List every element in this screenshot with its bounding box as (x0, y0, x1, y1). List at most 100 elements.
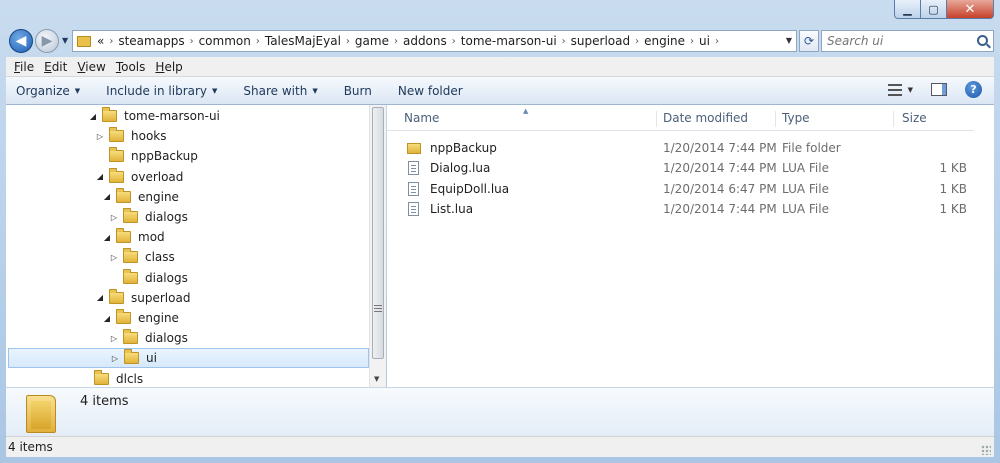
refresh-icon[interactable]: ⟳ (799, 30, 819, 52)
breadcrumb-chevron-icon[interactable]: › (394, 36, 398, 47)
resize-grip-icon[interactable] (981, 445, 991, 455)
column-name-label: Name (404, 111, 440, 125)
address-overflow[interactable]: « (97, 34, 104, 48)
navigation-pane-scrollbar[interactable]: ▼ (369, 105, 386, 387)
scroll-down-arrow-icon[interactable]: ▼ (374, 375, 379, 383)
menu-tools[interactable]: Tools (116, 60, 146, 74)
breadcrumb-chevron-icon[interactable]: › (690, 36, 694, 47)
column-date-modified[interactable]: Date modified (657, 111, 776, 127)
tree-item[interactable]: ▷ dialogs (109, 207, 188, 227)
tree-item-label: overload (131, 169, 184, 184)
minimize-button[interactable]: ▁ (894, 0, 921, 19)
tree-item[interactable]: ◢ superload (95, 288, 190, 308)
breadcrumb-chevron-icon[interactable]: › (256, 36, 260, 47)
close-button[interactable]: ✕ (947, 0, 994, 19)
search-input[interactable] (827, 34, 967, 48)
breadcrumb-chevron-icon[interactable]: › (190, 36, 194, 47)
tree-item-label: superload (131, 290, 191, 305)
view-options-dropdown-icon[interactable]: ▼ (908, 86, 913, 94)
breadcrumb-item[interactable]: engine (644, 34, 685, 48)
breadcrumb-item[interactable]: TalesMajEyal (265, 34, 341, 48)
breadcrumb-chevron-icon[interactable]: › (109, 36, 113, 47)
tree-item[interactable]: nppBackup (95, 146, 198, 166)
tree-item[interactable]: ◢ tome-marson-ui (88, 106, 220, 126)
folder-icon (94, 369, 109, 385)
tree-item[interactable]: ◢ mod (102, 227, 165, 247)
breadcrumb-item[interactable]: common (199, 34, 251, 48)
expand-arrow-icon[interactable]: ▷ (109, 334, 119, 343)
tree-item-selected[interactable]: ▷ ui (8, 348, 369, 369)
menu-view[interactable]: View (77, 60, 105, 74)
file-row[interactable]: nppBackup 1/20/2014 7:44 PM File folder (387, 138, 974, 158)
preview-pane-icon[interactable] (931, 83, 947, 96)
back-arrow-icon[interactable]: ◀ (9, 29, 33, 53)
search-icon[interactable] (977, 35, 988, 46)
include-in-library-button[interactable]: Include in library ▼ (106, 84, 217, 98)
change-view-icon[interactable] (887, 83, 902, 96)
tree-item-label: mod (138, 230, 165, 245)
column-name[interactable]: Name ▲ (387, 107, 657, 127)
collapse-arrow-icon[interactable]: ◢ (95, 172, 105, 181)
breadcrumb-chevron-icon[interactable]: › (562, 36, 566, 47)
file-row[interactable]: EquipDoll.lua 1/20/2014 6:47 PM LUA File 1 … (387, 179, 974, 199)
menu-edit[interactable]: Edit (44, 60, 67, 74)
expand-arrow-icon[interactable]: ▷ (109, 253, 119, 262)
folder-icon (109, 167, 124, 183)
help-icon[interactable]: ? (965, 81, 982, 98)
navigation-pane[interactable]: ◢ tome-marson-ui ▷ hooks nppBackup ◢ overload ◢… (6, 105, 369, 387)
forward-arrow-icon[interactable]: ▶ (35, 29, 59, 53)
breadcrumb-chevron-icon[interactable]: › (635, 36, 639, 47)
tree-item[interactable]: ▷ hooks (95, 126, 167, 146)
tree-item[interactable]: ◢ overload (95, 167, 183, 187)
breadcrumb-item[interactable]: ui (699, 34, 710, 48)
tree-item[interactable]: dialogs (109, 268, 188, 288)
column-size[interactable]: Size (894, 111, 974, 127)
breadcrumb-chevron-icon[interactable]: › (346, 36, 350, 47)
scrollbar-thumb[interactable] (372, 107, 384, 359)
organize-button[interactable]: Organize ▼ (16, 84, 80, 98)
search-box[interactable] (821, 30, 994, 52)
share-with-button[interactable]: Share with ▼ (243, 84, 317, 98)
breadcrumb-item[interactable]: superload (571, 34, 630, 48)
breadcrumb-chevron-icon[interactable]: › (715, 36, 719, 47)
new-folder-button[interactable]: New folder (398, 84, 463, 98)
address-bar[interactable]: « › steamapps › common › TalesMajEyal › game › ad… (72, 30, 797, 52)
file-name: Dialog.lua (430, 161, 491, 176)
file-size: 1 KB (939, 161, 967, 176)
menu-file[interactable]: File (14, 60, 34, 74)
tree-item-label: nppBackup (131, 149, 198, 164)
breadcrumb-item[interactable]: tome-marson-ui (461, 34, 557, 48)
maximize-button[interactable]: ▢ (921, 0, 947, 19)
expand-arrow-icon[interactable]: ▷ (109, 213, 119, 222)
breadcrumb-chevron-icon[interactable]: › (452, 36, 456, 47)
column-type[interactable]: Type (776, 111, 894, 127)
menu-help[interactable]: Help (155, 60, 182, 74)
file-name: List.lua (430, 201, 474, 216)
recent-pages-dropdown-icon[interactable]: ▼ (62, 36, 68, 45)
collapse-arrow-icon[interactable]: ◢ (102, 192, 112, 201)
title-bar[interactable]: ▁ ▢ ✕ (0, 0, 1000, 28)
tree-item[interactable]: ◢ engine (102, 308, 179, 328)
burn-button[interactable]: Burn (344, 84, 372, 98)
file-row[interactable]: List.lua 1/20/2014 7:44 PM LUA File 1 KB (387, 199, 974, 219)
collapse-arrow-icon[interactable]: ◢ (95, 293, 105, 302)
file-row[interactable]: Dialog.lua 1/20/2014 7:44 PM LUA File 1 KB (387, 158, 974, 178)
breadcrumb-item[interactable]: steamapps (118, 34, 184, 48)
tree-item[interactable]: ◢ engine (102, 187, 179, 207)
column-size-label: Size (902, 111, 927, 125)
breadcrumb-item[interactable]: game (355, 34, 389, 48)
file-list[interactable]: Name ▲ Date modified Type Size nppBackup… (387, 105, 974, 387)
tree-item[interactable]: dlcls (80, 369, 143, 387)
organize-label: Organize (16, 83, 70, 98)
tree-item[interactable]: ▷ class (109, 247, 175, 267)
collapse-arrow-icon[interactable]: ◢ (88, 112, 98, 121)
expand-arrow-icon[interactable]: ▷ (110, 354, 120, 363)
breadcrumb-item[interactable]: addons (403, 34, 447, 48)
tree-item[interactable]: ▷ dialogs (109, 328, 188, 348)
lua-file-icon (408, 201, 419, 216)
collapse-arrow-icon[interactable]: ◢ (102, 233, 112, 242)
address-dropdown-icon[interactable]: ▼ (786, 36, 792, 45)
folder-icon (407, 143, 421, 154)
expand-arrow-icon[interactable]: ▷ (95, 132, 105, 141)
collapse-arrow-icon[interactable]: ◢ (102, 314, 112, 323)
